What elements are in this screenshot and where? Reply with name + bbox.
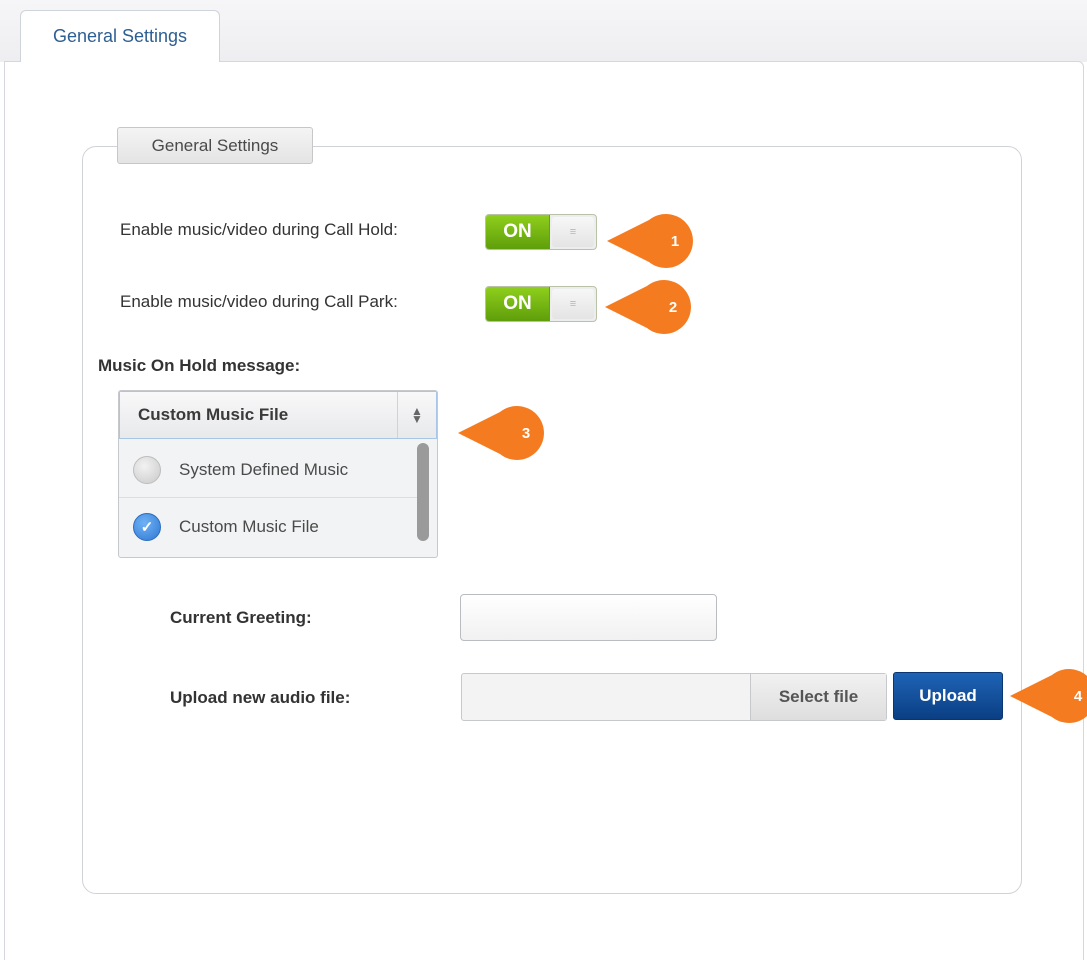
legend-label: General Settings (151, 135, 279, 155)
callout-number: 4 (1073, 687, 1083, 705)
callout-2: 2 (605, 278, 695, 336)
music-on-hold-heading: Music On Hold message: (98, 356, 301, 375)
scrollbar-thumb[interactable] (417, 443, 429, 541)
music-on-hold-select[interactable]: Custom Music File ▲ ▼ System Defined Musi… (118, 390, 438, 558)
toggle-on-label: ON (486, 287, 550, 321)
call-hold-toggle[interactable]: ON ≡ (485, 214, 597, 250)
option-system-defined-music[interactable]: System Defined Music (119, 441, 417, 499)
grip-icon: ≡ (552, 217, 594, 247)
option-label: System Defined Music (179, 460, 349, 479)
updown-chevron-icon[interactable]: ▲ ▼ (397, 392, 436, 438)
callout-1: 1 (607, 212, 697, 270)
callout-3: 3 (458, 404, 548, 462)
radio-unchecked-icon (133, 456, 161, 484)
options-scrollbar[interactable] (417, 443, 429, 553)
call-hold-label: Enable music/video during Call Hold: (120, 220, 398, 239)
option-custom-music-file[interactable]: ✓ Custom Music File (119, 497, 417, 556)
upload-label: Upload (919, 686, 977, 705)
callout-number: 1 (670, 232, 680, 250)
current-greeting-label: Current Greeting: (170, 608, 312, 627)
callout-4: 4 (1010, 667, 1087, 725)
callout-number: 3 (521, 424, 531, 442)
tab-general-settings[interactable]: General Settings (20, 10, 220, 62)
upload-button[interactable]: Upload (893, 672, 1003, 720)
grip-icon: ≡ (552, 289, 594, 319)
tab-label: General Settings (52, 26, 188, 46)
option-label: Custom Music File (179, 517, 319, 536)
select-file-button[interactable]: Select file (750, 674, 886, 720)
select-file-label: Select file (778, 687, 859, 706)
call-park-label: Enable music/video during Call Park: (120, 292, 398, 311)
upload-audio-label: Upload new audio file: (170, 688, 351, 707)
call-park-toggle[interactable]: ON ≡ (485, 286, 597, 322)
toggle-on-label: ON (486, 215, 550, 249)
callout-number: 2 (668, 298, 678, 316)
checkmark-icon: ✓ (133, 513, 161, 541)
select-value: Custom Music File (138, 405, 289, 424)
page: General Settings General Settings Enable… (0, 0, 1087, 960)
select-header[interactable]: Custom Music File ▲ ▼ (119, 391, 437, 439)
audio-file-input[interactable]: Select file (461, 673, 887, 721)
current-greeting-field[interactable] (460, 594, 717, 641)
fieldset-legend: General Settings (117, 127, 313, 164)
